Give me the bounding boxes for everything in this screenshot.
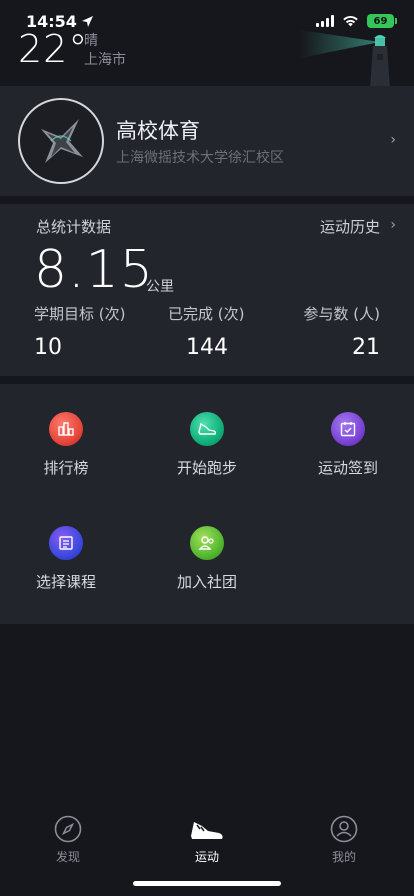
history-link-label: 运动历史: [319, 218, 380, 236]
club-people-icon: [190, 526, 224, 560]
sneaker-icon: [190, 412, 224, 446]
actions-grid: 排行榜 开始跑步 运动签到 选择课程 加入社团: [0, 384, 414, 624]
tab-sport[interactable]: 运动: [167, 814, 247, 865]
action-label: 加入社团: [176, 573, 237, 591]
course-list-icon: [49, 526, 83, 560]
school-campus: 上海微摇技术大学徐汇校区: [116, 150, 284, 166]
wifi-icon: [343, 16, 358, 27]
sneaker-icon: [167, 814, 247, 844]
weather-description: 晴 上海市: [84, 32, 126, 70]
tab-discover[interactable]: 发现: [28, 814, 108, 865]
history-link[interactable]: 运动历史: [320, 216, 380, 237]
action-checkin[interactable]: 运动签到: [288, 412, 408, 478]
weather-city: 上海市: [84, 52, 126, 68]
chevron-right-icon: ›: [390, 132, 396, 148]
lighthouse-icon: [300, 30, 390, 88]
home-indicator[interactable]: [133, 881, 281, 886]
stats-title: 总统计数据: [36, 218, 112, 236]
tab-label: 我的: [331, 850, 356, 864]
compass-icon: [28, 814, 108, 844]
distance-unit: 公里: [146, 279, 174, 295]
stat-value-goal: 10: [34, 335, 62, 360]
chevron-right-icon: ›: [390, 217, 396, 233]
stat-label-completed: 已完成 (次): [168, 305, 245, 323]
stats-card: 总统计数据 运动历史 › 8.15 公里 学期目标 (次) 已完成 (次) 参与…: [0, 204, 414, 376]
tab-profile[interactable]: 我的: [304, 814, 384, 865]
tab-label: 运动: [194, 850, 219, 864]
signal-icon: [316, 15, 334, 27]
action-label: 运动签到: [317, 459, 378, 477]
stat-value-completed: 144: [186, 335, 228, 360]
action-join-club[interactable]: 加入社团: [147, 526, 267, 592]
weather-condition: 晴: [84, 33, 98, 49]
school-name: 高校体育: [116, 119, 200, 143]
stat-label-participants: 参与数 (人): [303, 305, 380, 323]
status-icons: 69: [316, 14, 397, 28]
school-card[interactable]: 高校体育 上海微摇技术大学徐汇校区 ›: [0, 86, 414, 196]
ranking-icon: [49, 412, 83, 446]
weather-widget: 22° 晴 上海市: [18, 27, 126, 71]
stat-value-participants: 21: [352, 335, 380, 360]
stat-label-goal: 学期目标 (次): [34, 305, 126, 323]
action-start-running[interactable]: 开始跑步: [147, 412, 267, 478]
temperature: 22°: [18, 27, 89, 71]
battery-level: 69: [373, 15, 388, 27]
action-label: 选择课程: [35, 573, 96, 591]
action-label: 开始跑步: [176, 459, 237, 477]
school-logo: [18, 98, 104, 184]
school-emblem-icon: [41, 119, 83, 163]
calendar-check-icon: [331, 412, 365, 446]
profile-icon: [304, 814, 384, 844]
total-distance: 8.15: [34, 240, 154, 300]
action-ranking[interactable]: 排行榜: [6, 412, 126, 478]
action-label: 排行榜: [43, 459, 89, 477]
tab-label: 发现: [55, 850, 80, 864]
action-choose-course[interactable]: 选择课程: [6, 526, 126, 592]
battery-icon: 69: [367, 14, 397, 28]
